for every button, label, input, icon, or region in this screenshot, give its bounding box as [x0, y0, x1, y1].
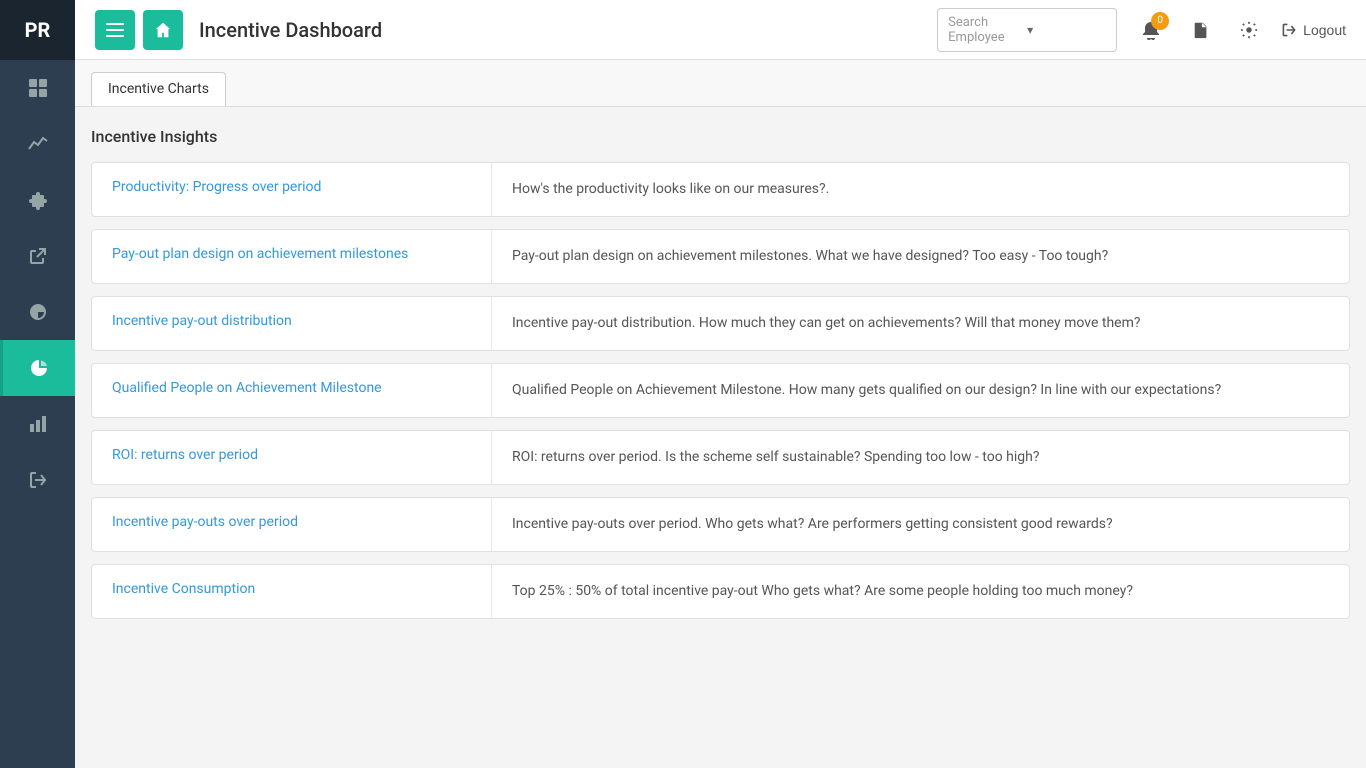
- logout-label: Logout: [1303, 22, 1346, 38]
- page-title: Incentive Dashboard: [199, 18, 382, 42]
- menu-button[interactable]: [95, 10, 135, 50]
- pie-chart-icon: [28, 302, 48, 322]
- home-button[interactable]: [143, 10, 183, 50]
- insight-card-left-6: Incentive Consumption: [92, 565, 492, 618]
- insight-link-6[interactable]: Incentive Consumption: [112, 581, 255, 597]
- sidebar-logo: PR: [0, 0, 75, 60]
- insight-card-left-3: Qualified People on Achievement Mileston…: [92, 364, 492, 417]
- sidebar-item-dashboard[interactable]: [0, 60, 75, 116]
- insight-card-4: ROI: returns over period ROI: returns ove…: [91, 430, 1350, 485]
- sidebar-item-logout[interactable]: [0, 452, 75, 508]
- menu-icon: [106, 23, 124, 37]
- insights-section: Incentive Insights Productivity: Progres…: [75, 107, 1366, 651]
- insight-card-left-4: ROI: returns over period: [92, 431, 492, 484]
- insight-link-0[interactable]: Productivity: Progress over period: [112, 179, 321, 195]
- insight-description-2: Incentive pay-out distribution. How much…: [492, 297, 1349, 350]
- insight-card-2: Incentive pay-out distribution Incentive …: [91, 296, 1350, 351]
- content-area: Incentive Charts Incentive Insights Prod…: [75, 60, 1366, 768]
- insight-description-1: Pay-out plan design on achievement miles…: [492, 230, 1349, 283]
- sidebar-item-reports[interactable]: [0, 284, 75, 340]
- pie-chart-active-icon: [29, 358, 49, 378]
- insight-link-3[interactable]: Qualified People on Achievement Mileston…: [112, 380, 382, 396]
- home-icon: [154, 21, 172, 39]
- sidebar-item-charts[interactable]: [0, 396, 75, 452]
- sidebar: PR: [0, 0, 75, 768]
- sidebar-item-analytics[interactable]: [0, 116, 75, 172]
- insight-description-4: ROI: returns over period. Is the scheme …: [492, 431, 1349, 484]
- search-employee-dropdown[interactable]: Search Employee ▾: [937, 8, 1117, 52]
- sign-out-icon: [28, 470, 48, 490]
- insight-description-3: Qualified People on Achievement Mileston…: [492, 364, 1349, 417]
- settings-icon-button[interactable]: [1233, 14, 1265, 46]
- topbar: Incentive Dashboard Search Employee ▾ 0: [75, 0, 1366, 60]
- insights-list: Productivity: Progress over period How's …: [91, 162, 1350, 619]
- tabs-bar: Incentive Charts: [75, 60, 1366, 107]
- insight-description-6: Top 25% : 50% of total incentive pay-out…: [492, 565, 1349, 618]
- insight-card-left-0: Productivity: Progress over period: [92, 163, 492, 216]
- settings-icon: [1240, 21, 1258, 39]
- insights-title: Incentive Insights: [91, 127, 1350, 146]
- sidebar-item-incentive[interactable]: [0, 340, 75, 396]
- topbar-right: Search Employee ▾ 0: [937, 8, 1346, 52]
- insight-card-left-2: Incentive pay-out distribution: [92, 297, 492, 350]
- document-icon: [1192, 21, 1210, 39]
- insight-card-left-1: Pay-out plan design on achievement miles…: [92, 230, 492, 283]
- search-employee-label: Search Employee: [948, 15, 1027, 45]
- logout-button[interactable]: Logout: [1281, 22, 1346, 38]
- notification-badge: 0: [1151, 12, 1169, 30]
- insight-description-5: Incentive pay-outs over period. Who gets…: [492, 498, 1349, 551]
- insight-card-0: Productivity: Progress over period How's …: [91, 162, 1350, 217]
- bar-chart-icon: [28, 414, 48, 434]
- insight-card-left-5: Incentive pay-outs over period: [92, 498, 492, 551]
- insight-card-5: Incentive pay-outs over period Incentive …: [91, 497, 1350, 552]
- logout-icon: [1281, 22, 1297, 38]
- sidebar-item-modules[interactable]: [0, 172, 75, 228]
- topbar-left-icons: [95, 10, 183, 50]
- document-icon-button[interactable]: [1185, 14, 1217, 46]
- insight-card-3: Qualified People on Achievement Mileston…: [91, 363, 1350, 418]
- external-link-icon: [28, 246, 48, 266]
- insight-card-6: Incentive Consumption Top 25% : 50% of to…: [91, 564, 1350, 619]
- puzzle-icon: [28, 190, 48, 210]
- insight-link-2[interactable]: Incentive pay-out distribution: [112, 313, 292, 329]
- chart-line-icon: [28, 134, 48, 154]
- sidebar-item-external[interactable]: [0, 228, 75, 284]
- insight-link-1[interactable]: Pay-out plan design on achievement miles…: [112, 246, 408, 262]
- dropdown-arrow-icon: ▾: [1027, 23, 1106, 37]
- notification-button[interactable]: 0: [1133, 12, 1169, 48]
- insight-description-0: How's the productivity looks like on our…: [492, 163, 1349, 216]
- tab-incentive-charts[interactable]: Incentive Charts: [91, 72, 226, 106]
- insight-card-1: Pay-out plan design on achievement miles…: [91, 229, 1350, 284]
- grid-icon: [28, 78, 48, 98]
- main-area: Incentive Dashboard Search Employee ▾ 0: [75, 0, 1366, 768]
- insight-link-4[interactable]: ROI: returns over period: [112, 447, 258, 463]
- insight-link-5[interactable]: Incentive pay-outs over period: [112, 514, 298, 530]
